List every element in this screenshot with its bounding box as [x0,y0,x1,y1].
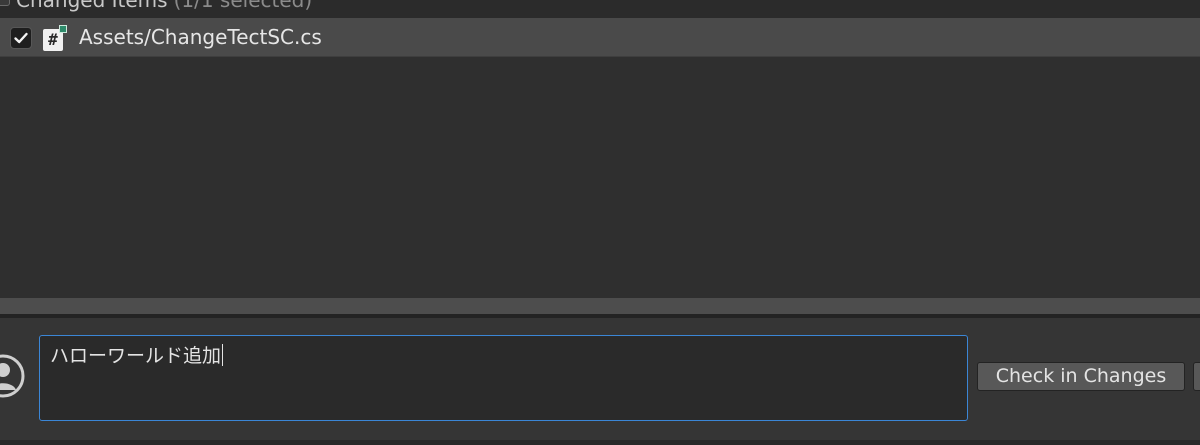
panel-splitter[interactable] [0,298,1200,314]
select-all-checkbox[interactable] [0,0,10,6]
changed-item-row[interactable]: # Assets/ChangeTectSC.cs [0,18,1200,57]
checkin-options-button[interactable] [1193,362,1200,391]
commit-panel: ハローワールド追加 Check in Changes [0,318,1200,440]
csharp-script-icon: # [42,25,67,51]
selection-count: (1/1 selected) [173,0,313,12]
text-caret [222,344,224,366]
user-avatar-icon [0,348,26,404]
changes-header-title: Changed Items (1/1 selected) [16,0,312,12]
version-control-window: Changed Items (1/1 selected) # Assets/Cha… [0,0,1200,445]
checkmark-icon [14,32,28,44]
item-file-path: Assets/ChangeTectSC.cs [79,25,322,49]
changes-header: Changed Items (1/1 selected) [0,0,1200,18]
comment-text: ハローワールド追加 [50,345,222,367]
added-badge-icon [59,25,67,33]
item-checkbox[interactable] [10,27,32,49]
bottom-border [0,440,1200,445]
checkin-comment-input[interactable]: ハローワールド追加 [39,335,968,421]
check-in-changes-button[interactable]: Check in Changes [977,362,1185,391]
changes-list-empty-area [0,57,1200,298]
header-title-text: Changed Items [16,0,168,12]
